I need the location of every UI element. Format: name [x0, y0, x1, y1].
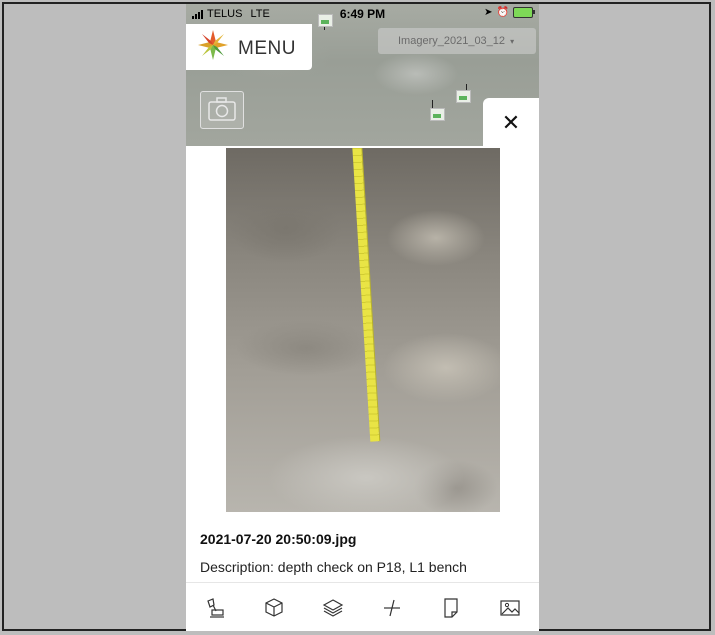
status-bar: TELUS LTE 6:49 PM ➤ ⏰	[186, 4, 539, 26]
alarm-icon: ⏰	[496, 7, 509, 18]
photo-detail-sheet: 2021-07-20 20:50:09.jpg Description: dep…	[186, 146, 539, 631]
imagery-select[interactable]: Imagery_2021_03_12 ▾	[378, 28, 536, 54]
map-marker-icon[interactable]	[430, 108, 445, 121]
measuring-tape	[352, 148, 380, 442]
measure-button[interactable]	[377, 593, 407, 623]
close-icon: ✕	[501, 110, 521, 135]
layers-button[interactable]	[318, 593, 348, 623]
app-logo-icon	[198, 30, 228, 60]
model-button[interactable]	[259, 593, 289, 623]
menu-button[interactable]: MENU	[186, 24, 312, 70]
excavator-button[interactable]	[200, 593, 230, 623]
phone-screen: TELUS LTE 6:49 PM ➤ ⏰ MENU Imagery_2021_…	[186, 4, 539, 631]
menu-label: MENU	[238, 38, 296, 59]
layers-icon	[322, 598, 344, 617]
image-icon	[499, 599, 520, 616]
map-marker-icon[interactable]	[456, 90, 471, 103]
bottom-toolbar	[186, 582, 539, 631]
close-button[interactable]: ✕	[483, 98, 539, 148]
images-button[interactable]	[495, 593, 525, 623]
location-arrow-icon: ➤	[484, 7, 493, 18]
excavator-icon	[207, 597, 225, 618]
battery-icon	[513, 7, 535, 18]
status-icons: ➤ ⏰	[484, 7, 535, 18]
photo-filename: 2021-07-20 20:50:09.jpg	[200, 531, 357, 547]
field-photo[interactable]	[226, 148, 500, 512]
measure-icon	[383, 599, 400, 616]
note-icon	[444, 597, 458, 618]
cube-icon	[265, 597, 283, 617]
camera-button[interactable]	[200, 91, 244, 129]
photo-description: Description: depth check on P18, L1 benc…	[200, 559, 467, 575]
camera-icon	[208, 97, 236, 121]
imagery-select-value: Imagery_2021_03_12	[398, 35, 506, 47]
caret-down-icon: ▾	[510, 37, 515, 46]
notes-button[interactable]	[436, 593, 466, 623]
